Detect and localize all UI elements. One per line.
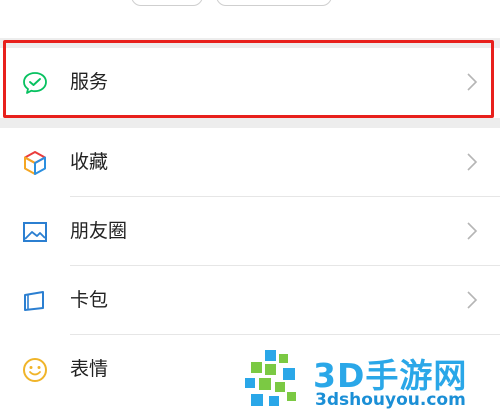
moments-picture-icon	[23, 222, 47, 242]
menu-item-label: 收藏	[70, 151, 109, 173]
card-wallet-icon	[24, 291, 44, 311]
top-pill-right[interactable]	[216, 0, 332, 6]
menu-item-favorites[interactable]: 收藏	[0, 128, 500, 198]
watermark-url: 3dshouyou.com	[315, 390, 466, 410]
menu-item-label: 表情	[70, 358, 109, 380]
chevron-right-icon	[467, 153, 478, 171]
chevron-right-icon	[467, 73, 478, 91]
services-section: 服务	[0, 48, 500, 118]
top-pill-left[interactable]	[131, 0, 203, 6]
menu-item-services[interactable]: 服务	[0, 48, 500, 118]
menu-item-moments[interactable]: 朋友圈	[0, 197, 500, 267]
chevron-right-icon	[467, 291, 478, 309]
watermark: 3D手游网 3dshouyou.com	[243, 346, 500, 415]
favorites-cube-icon	[24, 151, 46, 175]
chevron-right-icon	[467, 222, 478, 240]
menu-item-label: 卡包	[70, 289, 109, 311]
menu-item-cards[interactable]: 卡包	[0, 266, 500, 336]
menu-item-label: 服务	[70, 71, 109, 93]
wechat-pay-icon	[23, 72, 47, 94]
menu-item-label: 朋友圈	[70, 220, 128, 242]
watermark-logo-icon	[245, 350, 296, 406]
sticker-smiley-icon	[23, 358, 47, 382]
top-strip	[0, 0, 500, 38]
